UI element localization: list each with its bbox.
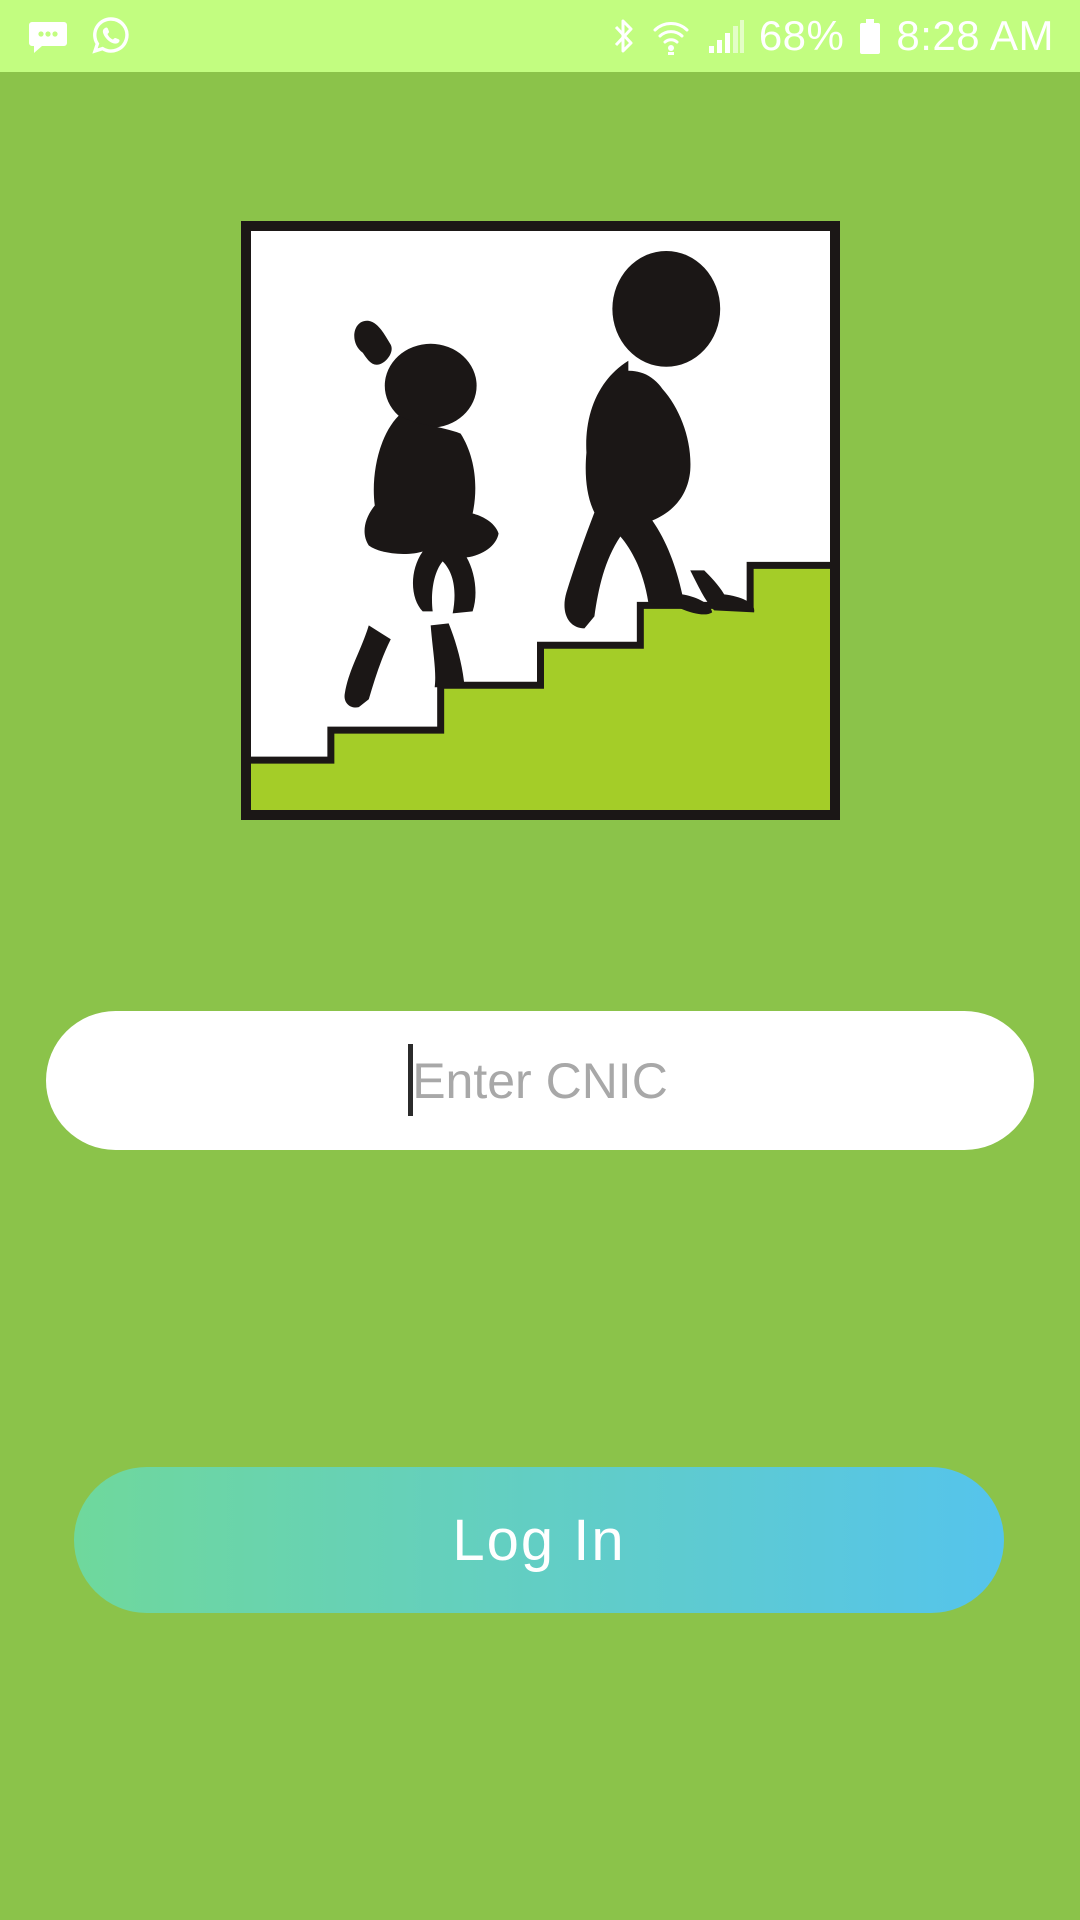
battery-icon <box>858 16 882 56</box>
wifi-icon <box>651 16 691 56</box>
bluetooth-icon <box>611 16 637 56</box>
signal-icon <box>705 16 745 56</box>
message-icon <box>28 16 68 56</box>
login-button-label: Log In <box>452 1507 626 1573</box>
status-bar-system: 68% 8:28 AM <box>611 0 1054 72</box>
text-cursor <box>408 1044 413 1116</box>
children-climbing-stairs-logo <box>251 231 830 810</box>
app-logo <box>241 221 840 820</box>
clock: 8:28 AM <box>896 12 1054 59</box>
status-bar: 68% 8:28 AM <box>0 0 1080 72</box>
whatsapp-icon <box>90 15 132 57</box>
status-bar-notifications <box>28 0 132 72</box>
cnic-input[interactable] <box>46 1011 1034 1150</box>
login-button[interactable]: Log In <box>74 1467 1004 1613</box>
battery-percent: 68% <box>758 12 845 59</box>
